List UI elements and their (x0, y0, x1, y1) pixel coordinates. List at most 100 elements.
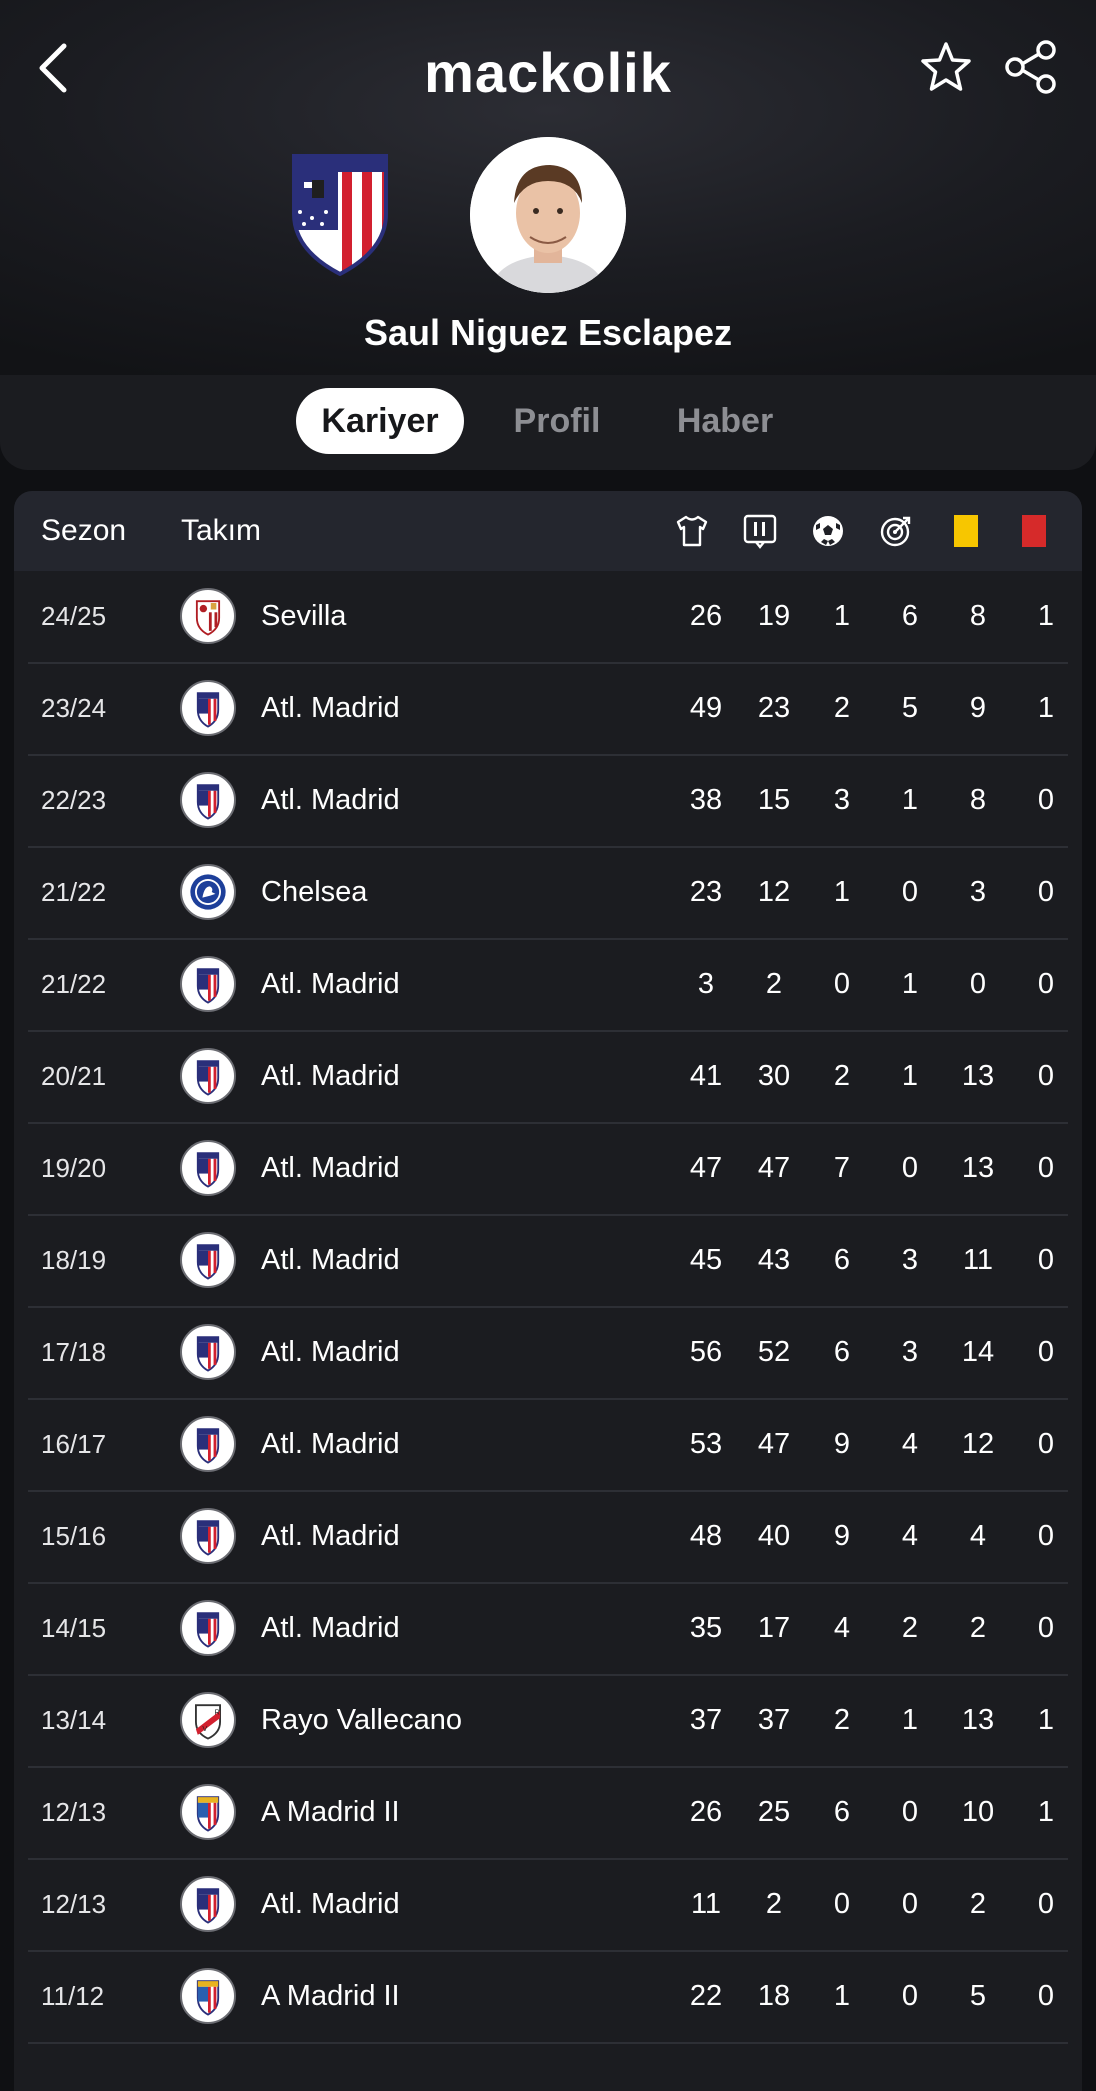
team-name[interactable]: Chelsea (261, 847, 367, 938)
team-name[interactable]: Atl. Madrid (261, 1215, 400, 1306)
stat-assists: 1 (901, 784, 919, 816)
stat-appearances: 38 (689, 784, 723, 816)
season-cell: 15/16 (41, 1521, 107, 1551)
stat-appearances: 26 (689, 600, 723, 632)
stat-red-cards: 1 (1037, 600, 1055, 632)
team-name[interactable]: Atl. Madrid (261, 663, 400, 754)
stat-starts: 43 (757, 1244, 791, 1276)
stat-goals: 1 (833, 1980, 851, 2012)
table-row[interactable]: 19/20 Atl. Madrid 47 47 7 0 13 0 (28, 1123, 1068, 1216)
team-crest-icon[interactable] (290, 152, 390, 277)
stat-yellow-cards: 14 (961, 1336, 995, 1368)
stat-appearances: 45 (689, 1244, 723, 1276)
stat-assists: 1 (901, 968, 919, 1000)
red-card-icon (1022, 515, 1046, 547)
stat-appearances: 11 (690, 1888, 722, 1920)
stat-assists: 5 (901, 692, 919, 724)
stat-starts: 52 (757, 1336, 791, 1368)
team-name[interactable]: Atl. Madrid (261, 1123, 400, 1214)
stat-appearances: 49 (689, 692, 723, 724)
stat-appearances: 22 (689, 1980, 723, 2012)
season-cell: 23/24 (41, 693, 107, 723)
stat-appearances: 37 (689, 1704, 723, 1736)
stat-red-cards: 0 (1037, 1336, 1055, 1368)
tab-bar: Kariyer Profil Haber (0, 375, 1096, 470)
table-row[interactable]: 13/14 R V Rayo Vallecano 37 37 2 1 13 1 (28, 1675, 1068, 1768)
table-row[interactable]: 17/18 Atl. Madrid 56 52 6 3 14 0 (28, 1307, 1068, 1400)
season-cell: 12/13 (41, 1889, 107, 1919)
stat-assists: 4 (901, 1520, 919, 1552)
stat-appearances: 47 (689, 1152, 723, 1184)
team-logo-icon (180, 772, 236, 828)
stat-red-cards: 0 (1037, 1612, 1055, 1644)
stat-starts: 18 (757, 1980, 791, 2012)
table-row[interactable]: 11/12 A Madrid II 22 18 1 0 5 0 (28, 1951, 1068, 2044)
stat-assists: 3 (901, 1244, 919, 1276)
stat-starts: 12 (757, 876, 791, 908)
stat-goals: 9 (833, 1428, 851, 1460)
team-logo-icon (180, 680, 236, 736)
stat-yellow-cards: 9 (969, 692, 987, 724)
table-row[interactable]: 16/17 Atl. Madrid 53 47 9 4 12 0 (28, 1399, 1068, 1492)
player-name: Saul Niguez Esclapez (363, 312, 733, 353)
team-name[interactable]: Sevilla (261, 571, 346, 662)
stat-yellow-cards: 10 (961, 1796, 995, 1828)
season-cell: 17/18 (41, 1337, 107, 1367)
share-icon (1005, 40, 1056, 94)
stat-assists: 1 (901, 1704, 919, 1736)
table-header: Sezon Takım (14, 491, 1082, 571)
stat-assists: 1 (901, 1060, 919, 1092)
stat-appearances: 23 (689, 876, 723, 908)
tab-profil[interactable]: Profil (488, 388, 626, 454)
tab-kariyer[interactable]: Kariyer (296, 388, 464, 454)
stat-red-cards: 1 (1037, 1796, 1055, 1828)
team-name[interactable]: Rayo Vallecano (261, 1675, 462, 1766)
tab-haber[interactable]: Haber (656, 388, 794, 454)
player-photo (470, 137, 626, 293)
svg-text:R: R (215, 1707, 220, 1716)
table-row[interactable]: 12/13 Atl. Madrid 11 2 0 0 2 0 (28, 1859, 1068, 1952)
season-cell: 11/12 (41, 1981, 105, 2011)
team-name[interactable]: Atl. Madrid (261, 1307, 400, 1398)
team-name[interactable]: Atl. Madrid (261, 1491, 400, 1582)
season-cell: 18/19 (41, 1245, 107, 1275)
team-name[interactable]: A Madrid II (261, 1767, 400, 1858)
stat-starts: 15 (757, 784, 791, 816)
table-row[interactable]: 20/21 Atl. Madrid 41 30 2 1 13 0 (28, 1031, 1068, 1124)
table-row[interactable]: 14/15 Atl. Madrid 35 17 4 2 2 0 (28, 1583, 1068, 1676)
table-row[interactable]: 21/22 Atl. Madrid 3 2 0 1 0 0 (28, 939, 1068, 1032)
team-name[interactable]: Atl. Madrid (261, 1399, 400, 1490)
stat-starts: 19 (757, 600, 791, 632)
team-logo-icon (180, 1968, 236, 2024)
table-row[interactable]: 18/19 Atl. Madrid 45 43 6 3 11 0 (28, 1215, 1068, 1308)
table-row[interactable]: 15/16 Atl. Madrid 48 40 9 4 4 0 (28, 1491, 1068, 1584)
team-logo-icon: RV (180, 1692, 236, 1748)
team-logo-icon (180, 956, 236, 1012)
team-name[interactable]: Atl. Madrid (261, 1031, 400, 1122)
team-name[interactable]: Atl. Madrid (261, 1583, 400, 1674)
lineup-icon (742, 513, 778, 549)
table-row[interactable]: 12/13 A Madrid II 26 25 6 0 10 1 (28, 1767, 1068, 1860)
season-cell: 21/22 (41, 969, 107, 999)
stat-yellow-cards: 13 (961, 1704, 995, 1736)
stat-yellow-cards: 13 (961, 1152, 995, 1184)
stat-appearances: 48 (689, 1520, 723, 1552)
table-row[interactable]: 24/25 Sevilla 26 19 1 6 8 1 (28, 571, 1068, 664)
stat-yellow-cards: 0 (969, 968, 987, 1000)
share-button[interactable] (1002, 38, 1060, 96)
stat-goals: 0 (833, 968, 851, 1000)
stat-starts: 47 (757, 1152, 791, 1184)
stat-appearances: 41 (689, 1060, 723, 1092)
stat-assists: 0 (901, 876, 919, 908)
stat-goals: 1 (833, 600, 851, 632)
team-name[interactable]: A Madrid II (261, 1951, 400, 2042)
team-name[interactable]: Atl. Madrid (261, 939, 400, 1030)
table-row[interactable]: 23/24 Atl. Madrid 49 23 2 5 9 1 (28, 663, 1068, 756)
table-row[interactable]: 21/22 Chelsea 23 12 1 0 3 0 (28, 847, 1068, 940)
team-name[interactable]: Atl. Madrid (261, 1859, 400, 1950)
favorite-button[interactable] (918, 40, 974, 96)
stat-assists: 0 (901, 1152, 919, 1184)
team-name[interactable]: Atl. Madrid (261, 755, 400, 846)
stat-red-cards: 0 (1037, 1152, 1055, 1184)
table-row[interactable]: 22/23 Atl. Madrid 38 15 3 1 8 0 (28, 755, 1068, 848)
